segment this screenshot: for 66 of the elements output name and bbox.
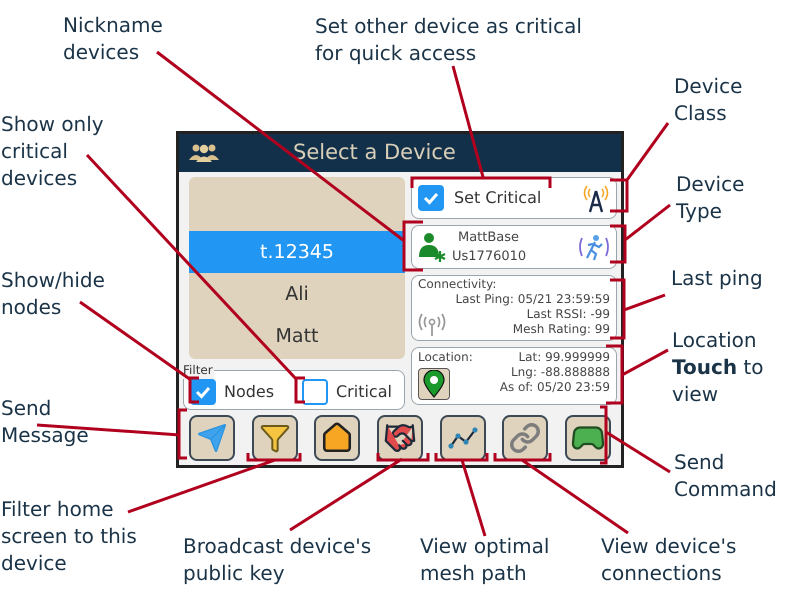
leader-line [626,122,670,181]
annotation-text: Send Message [1,395,89,449]
connections-button[interactable] [502,415,548,461]
handshake-button[interactable] [376,415,423,461]
connectivity-line: Last Ping: 05/21 23:59:59 [456,292,610,307]
annotation-text: Device Class [674,73,742,127]
annotation-text: Set other device as critical for quick access [315,13,582,67]
callout-bracket [294,376,305,404]
filter-button[interactable] [252,415,298,461]
callout-bracket [494,453,552,462]
location-heading: Location: [418,349,473,365]
callout-bracket [610,278,626,340]
checkbox-label: Critical [336,381,392,403]
signal-icon [417,311,447,337]
leader-line [623,294,666,312]
annotation-text: Filter home screen to this device [1,496,137,577]
home-button[interactable] [314,415,360,461]
mesh-path-button[interactable] [440,415,486,461]
annotation-text: Send Command [674,449,777,503]
handshake-icon [382,421,417,455]
location-line: Lat: 99.999999 [518,350,610,365]
line-graph-icon [448,426,478,450]
callout-bracket [376,453,430,462]
callout-bracket [434,453,488,462]
chain-link-icon [509,422,542,454]
callout-bracket [246,453,302,462]
annotation-text: Nickname devices [63,12,163,66]
person-asterisk-icon [418,231,446,263]
annotation-text: View device's connections [601,533,736,587]
leader-line [624,204,671,242]
device-id: Us1776010 [452,248,526,266]
annotation-text: Device Type [676,171,744,225]
annotation-text: Location Touch to view [672,327,764,408]
annotation-text: Show/hide nodes [1,267,105,321]
annotation-text: View optimal mesh path [420,533,550,587]
location-line: As of: 05/20 23:59 [500,380,610,395]
callout-bracket [610,178,628,212]
running-figure-icon [578,232,610,262]
screen-title: Select a Device [293,139,456,166]
callout-bracket [610,224,626,264]
checkbox-label: Set Critical [454,187,542,209]
connectivity-heading: Connectivity: [418,277,498,292]
send-button[interactable] [189,415,235,461]
location-line: Lng: -88.888888 [511,365,610,380]
device-list-item[interactable]: Ali [189,273,405,315]
callout-bracket [178,408,187,460]
callout-bracket [188,376,199,404]
checkbox[interactable] [302,379,328,405]
annotation-text: Show only critical devices [1,111,104,192]
device-list-item[interactable]: Matt [189,315,405,357]
checkbox[interactable] [418,185,444,211]
location-button[interactable] [418,368,450,400]
connectivity-line: Mesh Rating: 99 [512,322,610,337]
funnel-icon [258,422,291,454]
annotation-text: Broadcast device's public key [183,533,372,587]
callout-bracket [402,220,423,272]
map-pin-icon [423,370,445,398]
command-button[interactable] [564,415,611,461]
device-nickname[interactable]: MattBase [458,228,526,247]
annotation-text: Last ping [671,265,763,292]
connectivity-line: Last RSSI: -99 [526,307,610,322]
leader-line [621,348,669,376]
send-icon [196,422,228,454]
antenna-tower-icon [582,183,610,213]
checkbox-label: Nodes [224,381,274,403]
group-icon [187,143,221,163]
